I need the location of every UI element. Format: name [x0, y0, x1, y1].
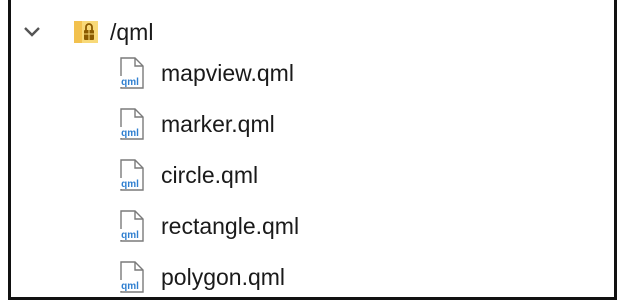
tree-item-file[interactable]: qml marker.qml — [117, 104, 275, 144]
qml-file-icon: qml — [117, 261, 147, 293]
tree-item-qml-folder[interactable]: /qml — [19, 12, 153, 52]
project-tree-panel: /qml qml mapview.qml qml marker.qml qml circl… — [8, 0, 617, 300]
svg-text:qml: qml — [121, 281, 139, 292]
qml-file-icon: qml — [117, 108, 147, 140]
svg-text:qml: qml — [121, 128, 139, 139]
tree-item-file[interactable]: qml rectangle.qml — [117, 206, 299, 246]
svg-text:qml: qml — [121, 179, 139, 190]
tree-item-file[interactable]: qml circle.qml — [117, 155, 258, 195]
file-label: polygon.qml — [161, 264, 286, 290]
svg-text:qml: qml — [121, 77, 139, 88]
package-folder-icon — [72, 18, 100, 46]
file-label: mapview.qml — [161, 60, 294, 86]
folder-label: /qml — [110, 19, 154, 45]
chevron-down-icon[interactable] — [19, 19, 45, 45]
tree-item-file[interactable]: qml polygon.qml — [117, 257, 285, 297]
qml-file-icon: qml — [117, 159, 147, 191]
file-label: rectangle.qml — [161, 213, 300, 239]
file-label: marker.qml — [161, 111, 275, 137]
qml-file-icon: qml — [117, 210, 147, 242]
tree-item-file[interactable]: qml mapview.qml — [117, 53, 294, 93]
file-label: circle.qml — [161, 162, 259, 188]
svg-text:qml: qml — [121, 230, 139, 241]
qml-file-icon: qml — [117, 57, 147, 89]
